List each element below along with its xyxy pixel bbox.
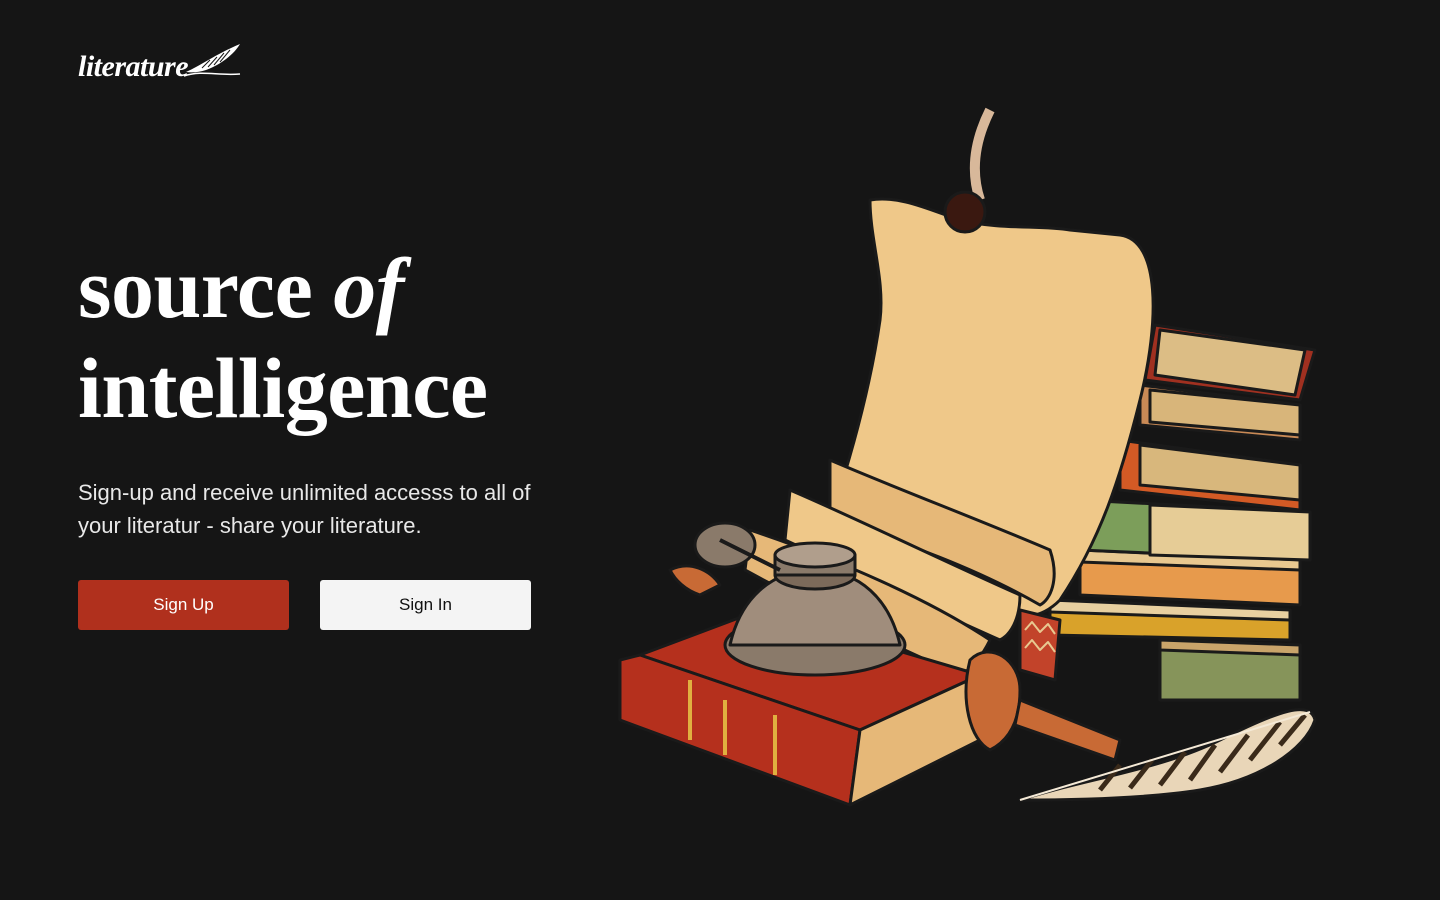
cta-buttons: Sign Up Sign In <box>78 580 618 630</box>
headline-part1: source <box>78 240 334 336</box>
headline-part2: intelligence <box>78 340 488 436</box>
headline-emphasis: of <box>333 240 404 336</box>
hero-section: source of intelligence Sign-up and recei… <box>78 238 618 630</box>
hero-subtext: Sign-up and receive unlimited accesss to… <box>78 480 531 538</box>
brand-logo[interactable]: literature <box>78 40 244 84</box>
sign-up-button[interactable]: Sign Up <box>78 580 289 630</box>
page-title: source of intelligence <box>78 238 618 438</box>
quill-icon <box>183 44 241 77</box>
sign-in-button[interactable]: Sign In <box>320 580 531 630</box>
illustration-books-scroll-inkwell <box>618 107 1317 807</box>
brand-name: literature <box>78 50 189 83</box>
